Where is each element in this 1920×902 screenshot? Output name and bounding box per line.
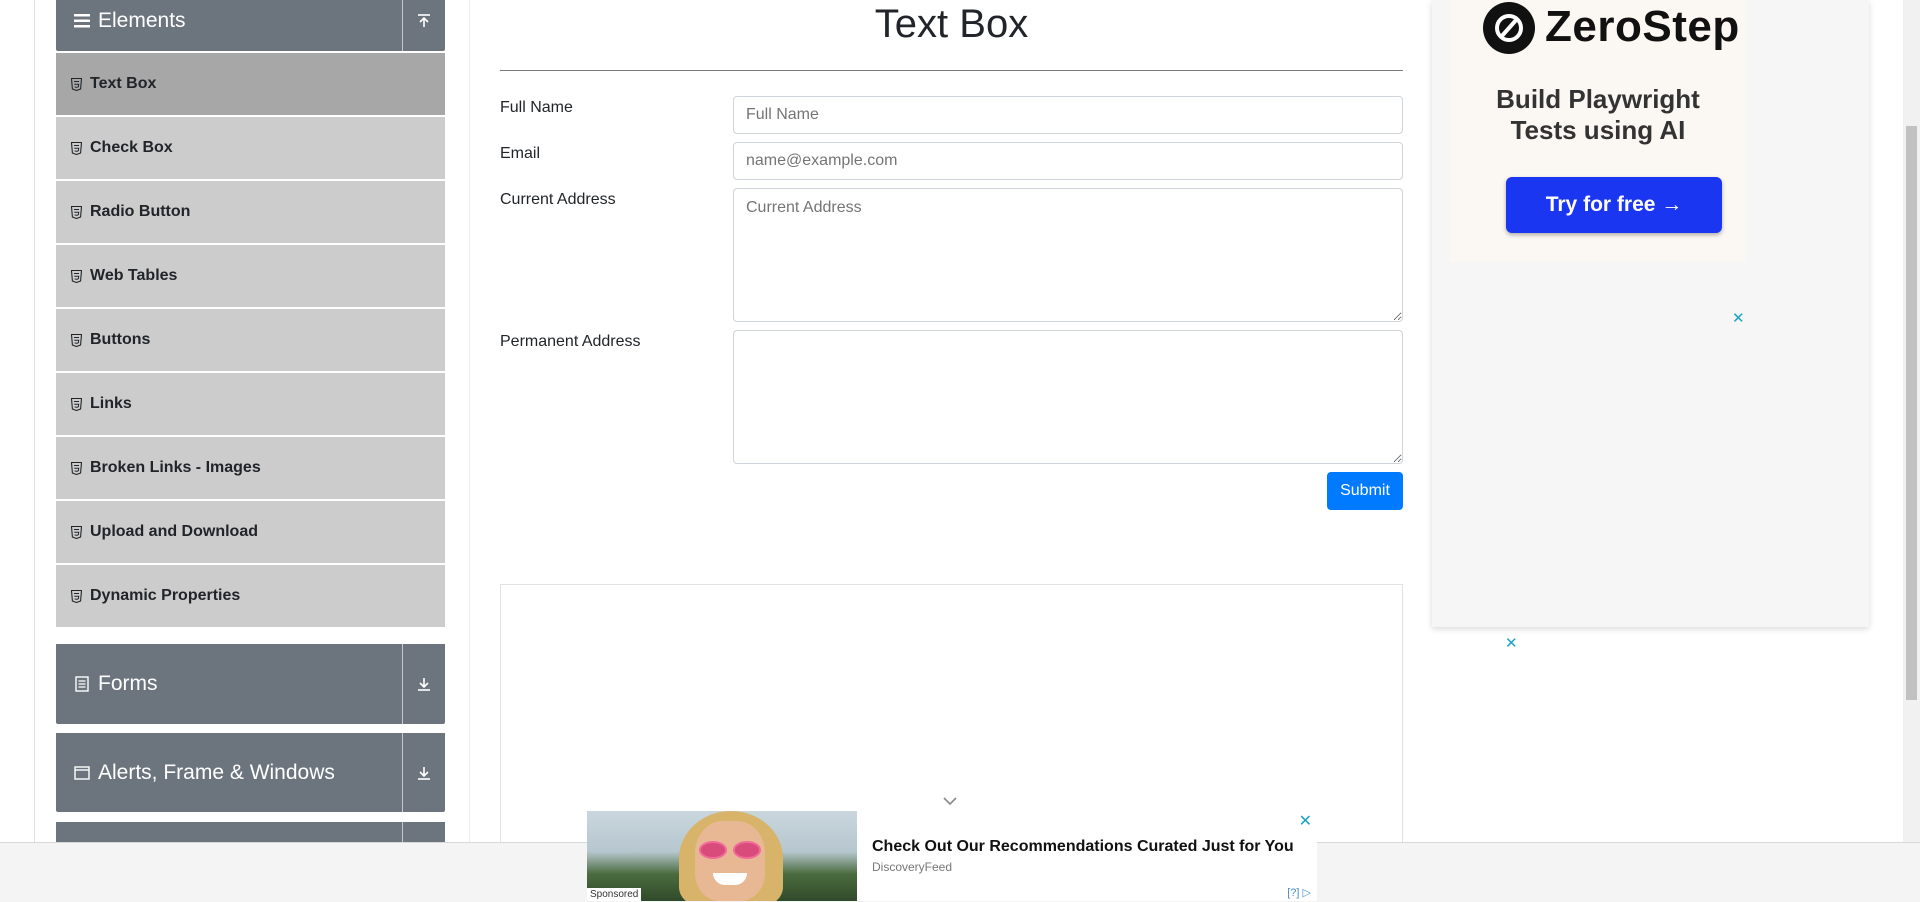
ad-cta-button[interactable]: Try for free → xyxy=(1506,177,1722,233)
divider xyxy=(402,0,403,51)
group-header-label: Elements xyxy=(98,8,186,32)
ad-close-icon[interactable]: ✕ xyxy=(1732,309,1745,327)
sidebar-item-label: Buttons xyxy=(90,331,151,348)
page-title: Text Box xyxy=(500,0,1403,71)
chevron-down-icon[interactable] xyxy=(941,794,959,808)
current-address-textarea[interactable] xyxy=(733,188,1403,322)
permanent-address-textarea[interactable] xyxy=(733,330,1403,464)
sponsored-label: Sponsored xyxy=(587,888,642,901)
html5-icon xyxy=(70,461,82,475)
sidebar-item-label: Web Tables xyxy=(90,267,178,284)
html5-icon xyxy=(70,205,82,219)
ad-thumbnail-image[interactable]: Sponsored xyxy=(587,811,857,901)
sidebar-item-label: Text Box xyxy=(90,75,157,92)
window-icon xyxy=(72,763,92,783)
html5-icon xyxy=(70,589,82,603)
permanent-address-label: Permanent Address xyxy=(500,333,641,350)
zerostep-logo-icon xyxy=(1483,2,1535,54)
sidebar-item-label: Radio Button xyxy=(90,203,191,220)
sidebar-item-text-box[interactable]: Text Box xyxy=(56,53,445,117)
sunglasses-shape xyxy=(699,841,761,859)
group-header-elements[interactable]: Elements xyxy=(56,0,445,51)
expand-down-icon[interactable] xyxy=(413,673,435,695)
bottom-ad-close-icon[interactable]: ✕ xyxy=(1299,811,1312,831)
adchoices-label: [?] xyxy=(1287,887,1300,899)
group-header-alerts[interactable]: Alerts, Frame & Windows xyxy=(56,733,445,812)
group-header-label: Forms xyxy=(98,672,158,695)
sidebar-item-check-box[interactable]: Check Box xyxy=(56,117,445,181)
html5-icon xyxy=(70,397,82,411)
sidebar-item-links[interactable]: Links xyxy=(56,373,445,437)
html5-icon xyxy=(70,525,82,539)
form-icon xyxy=(72,674,92,694)
sidebar-item-dynamic-properties[interactable]: Dynamic Properties xyxy=(56,565,445,629)
ad-close-icon[interactable]: ✕ xyxy=(1505,634,1518,652)
html5-icon xyxy=(70,77,82,91)
bottom-ad-source: DiscoveryFeed xyxy=(872,860,953,874)
collapse-up-icon[interactable] xyxy=(413,10,435,32)
sidebar-item-label: Check Box xyxy=(90,139,173,156)
container-border xyxy=(34,0,35,842)
bottom-sticky-ad[interactable]: Sponsored Check Out Our Recommendations … xyxy=(587,811,1317,901)
sidebar-item-label: Links xyxy=(90,395,132,412)
sidebar-item-upload-and-download[interactable]: Upload and Download xyxy=(56,501,445,565)
bottom-ad-title[interactable]: Check Out Our Recommendations Curated Ju… xyxy=(872,838,1294,856)
submit-button[interactable]: Submit xyxy=(1327,472,1403,510)
html5-icon xyxy=(70,333,82,347)
group-header-label: Alerts, Frame & Windows xyxy=(98,760,335,784)
group-header-forms[interactable]: Forms xyxy=(56,644,445,724)
scrollbar-thumb[interactable] xyxy=(1906,126,1917,700)
divider xyxy=(402,644,403,724)
full-name-label: Full Name xyxy=(500,99,573,116)
sidebar-item-buttons[interactable]: Buttons xyxy=(56,309,445,373)
adchoices-icon[interactable]: [?] ▷ xyxy=(1287,886,1311,899)
email-input[interactable] xyxy=(733,142,1403,180)
sidebar-item-label: Dynamic Properties xyxy=(90,587,241,604)
ad-tagline-line1: Build Playwright xyxy=(1496,84,1700,114)
sidebar-item-label: Broken Links - Images xyxy=(90,459,261,476)
ad-panel-right[interactable]: ZeroStep Build Playwright Tests using AI… xyxy=(1432,0,1869,627)
email-label: Email xyxy=(500,145,541,162)
html5-icon xyxy=(70,269,82,283)
face-shape xyxy=(695,821,765,901)
divider xyxy=(402,733,403,812)
sidebar-item-broken-links-images[interactable]: Broken Links - Images xyxy=(56,437,445,501)
ad-brand: ZeroStep xyxy=(1545,2,1740,51)
sidebar-item-web-tables[interactable]: Web Tables xyxy=(56,245,445,309)
sidebar-item-radio-button[interactable]: Radio Button xyxy=(56,181,445,245)
html5-icon xyxy=(70,141,82,155)
ad-tagline: Build Playwright Tests using AI xyxy=(1450,84,1746,146)
full-name-input[interactable] xyxy=(733,96,1403,134)
sidebar-separator xyxy=(469,0,470,842)
expand-down-icon[interactable] xyxy=(413,762,435,784)
ad-tagline-line2: Tests using AI xyxy=(1510,115,1686,145)
ad-card[interactable]: ZeroStep Build Playwright Tests using AI… xyxy=(1450,0,1746,262)
sidebar-item-label: Upload and Download xyxy=(90,523,258,540)
current-address-label: Current Address xyxy=(500,191,616,208)
hamburger-icon xyxy=(72,11,92,31)
